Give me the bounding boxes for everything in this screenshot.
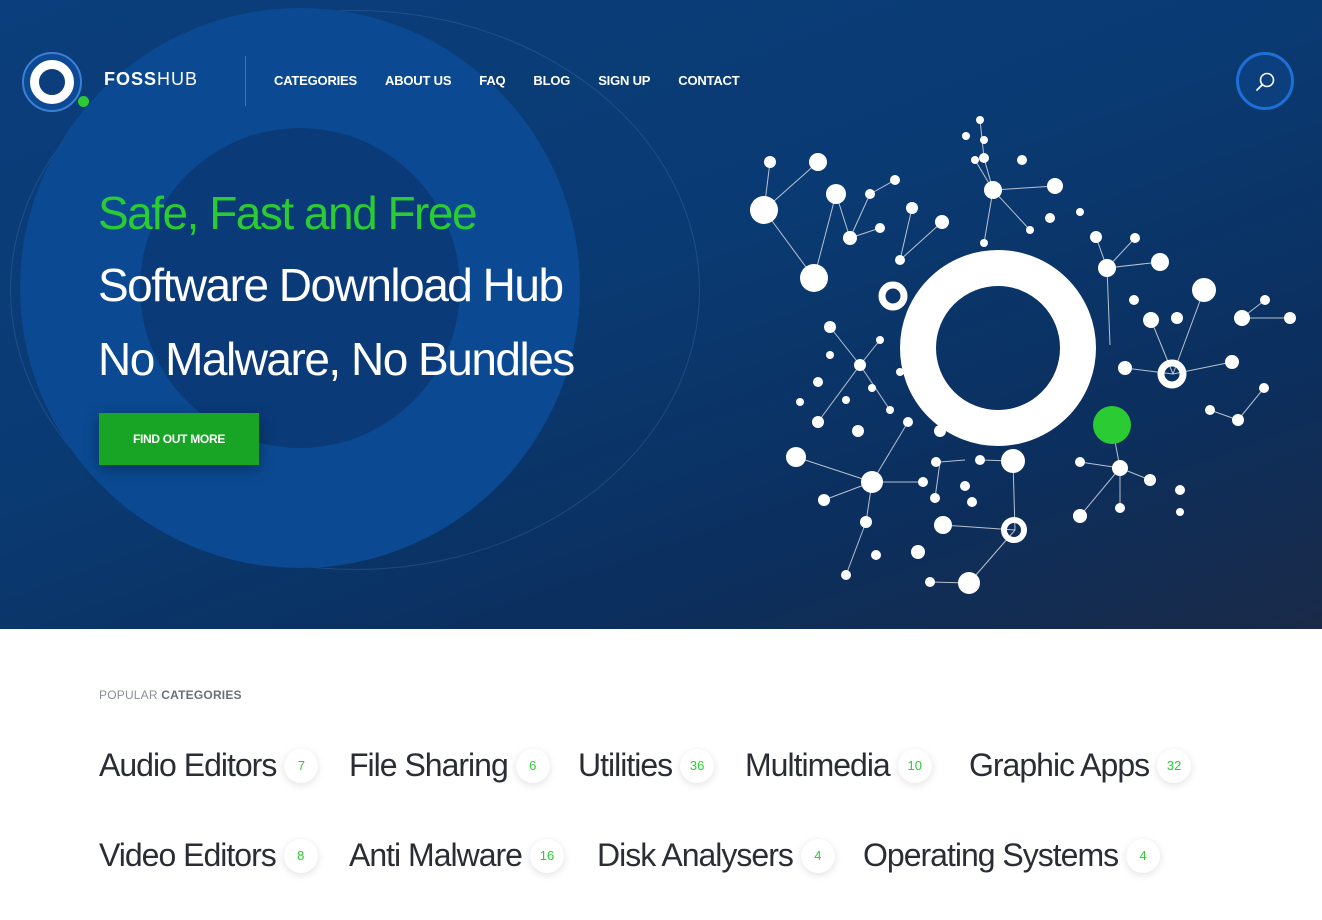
nav-categories[interactable]: CATEGORIES (274, 73, 357, 88)
category-count-badge: 16 (529, 838, 564, 873)
category-name: Disk Analysers (597, 837, 794, 873)
category-name: Operating Systems (863, 837, 1119, 873)
green-node (1093, 406, 1131, 444)
category-name: Multimedia (745, 747, 891, 783)
category-name: Audio Editors (99, 747, 277, 783)
category-name: Anti Malware (349, 837, 523, 873)
category-count-badge: 7 (284, 748, 319, 783)
main-nav: CATEGORIES ABOUT US FAQ BLOG SIGN UP CON… (274, 73, 740, 88)
nav-contact[interactable]: CONTACT (678, 73, 739, 88)
category-name: Video Editors (99, 837, 277, 873)
category-count-badge: 8 (283, 838, 318, 873)
category-count-badge: 6 (515, 748, 550, 783)
logo-wordmark[interactable]: FOSSHUB (104, 69, 198, 90)
logo-text-light: HUB (157, 69, 199, 89)
category-video-editors[interactable]: Video Editors 8 (99, 837, 318, 874)
category-count-badge: 4 (1126, 838, 1161, 873)
hero-section: FOSSHUB CATEGORIES ABOUT US FAQ BLOG SIG… (0, 0, 1322, 629)
logo-icon[interactable] (22, 52, 89, 112)
category-disk-analysers[interactable]: Disk Analysers 4 (597, 837, 835, 874)
category-audio-editors[interactable]: Audio Editors 7 (99, 747, 319, 784)
search-icon (1256, 72, 1275, 91)
ring-node-1 (878, 281, 908, 311)
category-multimedia[interactable]: Multimedia 10 (745, 747, 932, 784)
logo-ring (30, 60, 74, 104)
nav-divider (245, 56, 246, 106)
category-count-badge: 4 (800, 838, 835, 873)
nav-blog[interactable]: BLOG (533, 73, 570, 88)
popular-categories-label: POPULAR CATEGORIES (99, 688, 242, 702)
nav-about-us[interactable]: ABOUT US (385, 73, 451, 88)
category-name: File Sharing (349, 747, 509, 783)
popular-label-light: POPULAR (99, 688, 162, 702)
category-utilities[interactable]: Utilities 36 (578, 747, 715, 784)
category-count-badge: 10 (897, 748, 932, 783)
category-count-badge: 32 (1157, 748, 1192, 783)
category-file-sharing[interactable]: File Sharing 6 (349, 747, 550, 784)
category-count-badge: 36 (680, 748, 715, 783)
nav-faq[interactable]: FAQ (479, 73, 505, 88)
popular-label-bold: CATEGORIES (161, 688, 242, 702)
network-illustration (750, 116, 1296, 594)
nav-sign-up[interactable]: SIGN UP (598, 73, 650, 88)
category-name: Utilities (578, 747, 673, 783)
logo-dot (78, 96, 89, 107)
central-ring (900, 250, 1096, 446)
hero-headline-line2: Software Download Hub (98, 259, 564, 311)
logo-text-bold: FOSS (104, 69, 158, 89)
category-graphic-apps[interactable]: Graphic Apps 32 (969, 747, 1192, 784)
category-anti-malware[interactable]: Anti Malware 16 (349, 837, 564, 874)
hero-headline-green: Safe, Fast and Free (98, 187, 478, 239)
hero-headline-line3: No Malware, No Bundles (98, 333, 575, 385)
category-name: Graphic Apps (969, 747, 1150, 783)
category-operating-systems[interactable]: Operating Systems 4 (863, 837, 1161, 874)
find-out-more-button[interactable]: FIND OUT MORE (99, 413, 259, 465)
